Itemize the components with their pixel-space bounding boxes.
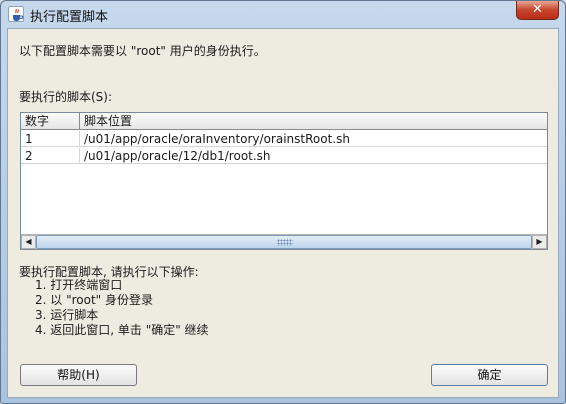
grip-icon [277, 239, 293, 246]
close-button[interactable]: ✕ [516, 1, 559, 20]
instructions-list: 1. 打开终端窗口 2. 以 "root" 身份登录 3. 运行脚本 4. 返回… [35, 278, 209, 338]
row-script-path: /u01/app/oracle/12/db1/root.sh [84, 149, 271, 163]
scrollbar-thumb[interactable] [36, 235, 532, 249]
instruction-step: 3. 运行脚本 [35, 308, 99, 322]
instruction-step: 1. 打开终端窗口 [35, 278, 123, 292]
row-number: 1 [21, 131, 80, 147]
horizontal-scrollbar[interactable]: ◀ ▶ [21, 234, 547, 249]
instruction-step: 4. 返回此窗口, 单击 "确定" 继续 [35, 323, 209, 337]
window-title: 执行配置脚本 [30, 10, 109, 25]
scroll-left-icon[interactable]: ◀ [21, 235, 36, 249]
instruction-step: 2. 以 "root" 身份登录 [35, 293, 153, 307]
description-text: 以下配置脚本需要以 "root" 用户的身份执行。 [19, 44, 266, 58]
table-row[interactable]: 2 /u01/app/oracle/12/db1/root.sh [21, 148, 547, 164]
row-number: 2 [21, 148, 80, 164]
column-header-number[interactable]: 数字 [21, 113, 80, 130]
title-bar[interactable]: 执行配置脚本 ✕ [1, 1, 565, 27]
dialog-content: 以下配置脚本需要以 "root" 用户的身份执行。 要执行的脚本(S): 数字 … [7, 28, 559, 398]
scripts-table[interactable]: 数字 脚本位置 1 /u01/app/oracle/oraInventory/o… [20, 112, 548, 250]
dialog-window: 执行配置脚本 ✕ 以下配置脚本需要以 "root" 用户的身份执行。 要执行的脚… [0, 0, 566, 404]
ok-button[interactable]: 确定 [431, 364, 548, 386]
column-header-script-location[interactable]: 脚本位置 [80, 113, 547, 130]
table-row[interactable]: 1 /u01/app/oracle/oraInventory/orainstRo… [21, 131, 547, 147]
close-icon: ✕ [532, 2, 543, 17]
table-header: 数字 脚本位置 [21, 113, 547, 130]
scroll-right-icon[interactable]: ▶ [532, 235, 547, 249]
row-script-path: /u01/app/oracle/oraInventory/orainstRoot… [84, 132, 350, 146]
help-button[interactable]: 帮助(H) [20, 364, 137, 386]
java-cup-icon [8, 6, 24, 22]
scripts-label: 要执行的脚本(S): [19, 90, 113, 104]
